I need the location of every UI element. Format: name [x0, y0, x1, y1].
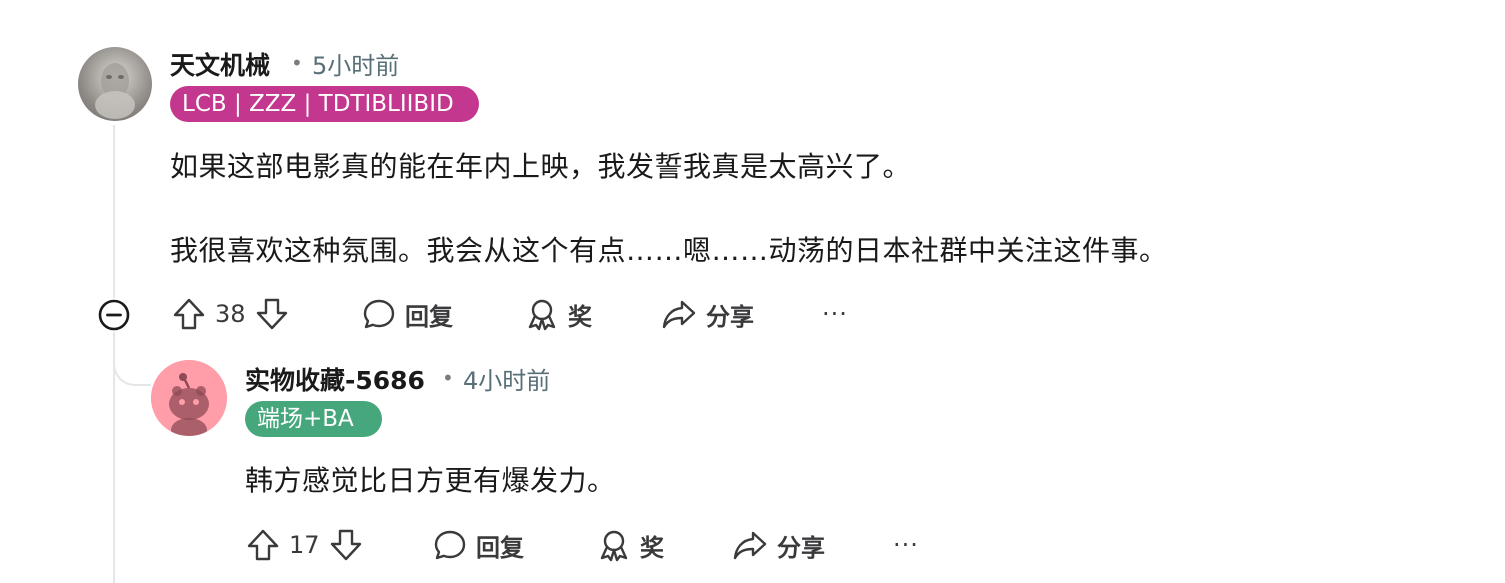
- avatar[interactable]: [151, 360, 227, 436]
- award-icon: [528, 299, 556, 331]
- reply-button[interactable]: 回复: [432, 527, 524, 563]
- separator-dot: •: [291, 51, 303, 75]
- comment-paragraph: 韩方感觉比日方更有爆发力。: [245, 464, 616, 497]
- collapse-button[interactable]: [97, 298, 131, 332]
- ellipsis-icon[interactable]: ···: [893, 531, 919, 559]
- comment-paragraph: 如果这部电影真的能在年内上映，我发誓我真是太高兴了。: [170, 150, 912, 183]
- award-button[interactable]: 奖: [524, 296, 592, 332]
- thread-line[interactable]: [113, 125, 115, 300]
- award-icon: [600, 530, 628, 562]
- share-arrow-icon: [662, 300, 696, 329]
- share-button[interactable]: 分享: [731, 527, 825, 563]
- reply-button[interactable]: 回复: [361, 296, 453, 332]
- award-label: 奖: [568, 302, 592, 331]
- reply-label: 回复: [476, 533, 524, 562]
- speech-bubble-icon: [363, 299, 395, 329]
- comment-paragraph: 我很喜欢这种氛围。我会从这个有点……嗯……动荡的日本社群中关注这件事。: [170, 234, 1168, 267]
- separator-dot: •: [442, 366, 454, 390]
- share-button[interactable]: 分享: [660, 296, 754, 332]
- avatar[interactable]: [78, 47, 152, 121]
- comment-author[interactable]: 实物收藏-5686: [245, 361, 425, 397]
- comment-author[interactable]: 天文机械: [170, 46, 270, 82]
- share-label: 分享: [777, 533, 825, 562]
- arrow-down-icon[interactable]: [254, 296, 290, 332]
- arrow-down-icon[interactable]: [328, 527, 364, 563]
- comment-timestamp[interactable]: 4小时前: [463, 361, 550, 396]
- vote-count: 38: [215, 300, 246, 328]
- vote-count: 17: [289, 531, 320, 559]
- speech-bubble-icon: [434, 530, 466, 560]
- user-flair: LCB | ZZZ | TDTIBLIIBID: [170, 86, 479, 122]
- snoo-avatar-icon: [151, 360, 227, 436]
- user-flair: 端场+BA: [245, 401, 382, 437]
- arrow-up-icon[interactable]: [171, 296, 207, 332]
- arrow-up-icon[interactable]: [245, 527, 281, 563]
- award-label: 奖: [640, 533, 664, 562]
- vote-group: 17: [245, 527, 364, 563]
- reply-label: 回复: [405, 302, 453, 331]
- comment-timestamp[interactable]: 5小时前: [312, 46, 399, 81]
- comment-thread: 天文机械 • 5小时前 LCB | ZZZ | TDTIBLIIBID 如果这部…: [0, 0, 1505, 583]
- share-arrow-icon: [733, 531, 767, 560]
- minus-circle-icon: [98, 299, 130, 331]
- share-label: 分享: [706, 302, 754, 331]
- award-button[interactable]: 奖: [596, 527, 664, 563]
- thread-connector: [113, 330, 151, 386]
- vote-group: 38: [171, 296, 290, 332]
- ellipsis-icon[interactable]: ···: [822, 300, 848, 328]
